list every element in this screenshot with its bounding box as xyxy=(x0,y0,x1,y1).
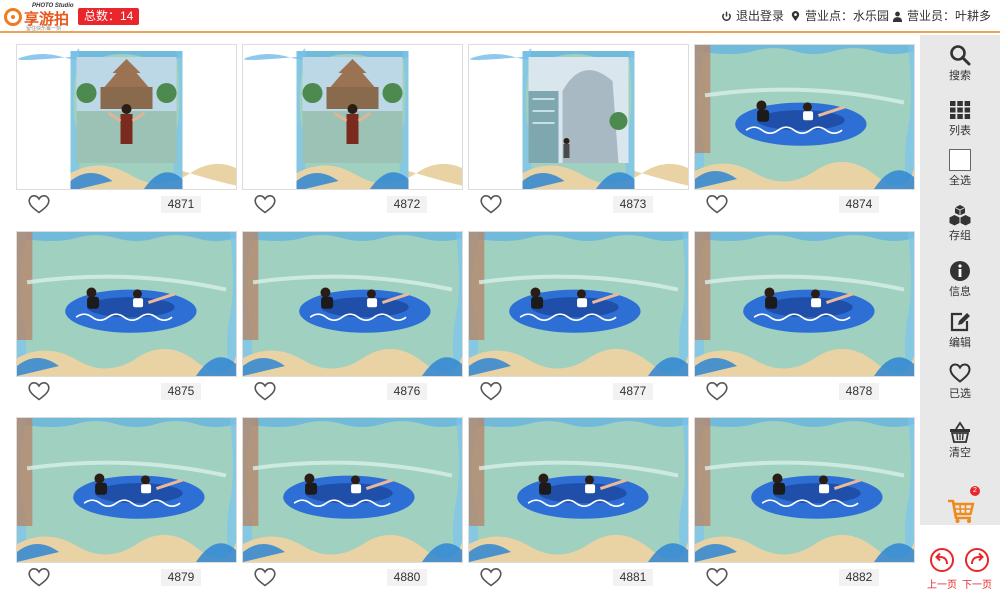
logo-icon xyxy=(4,8,22,26)
photo-thumbnail[interactable] xyxy=(468,417,689,563)
favorite-heart-icon[interactable] xyxy=(254,567,276,587)
favorite-heart-icon[interactable] xyxy=(28,381,50,401)
app-logo: PHOTO Studio 享游拍 留住快乐每一刻 xyxy=(4,3,76,32)
prev-arrow-icon xyxy=(930,548,954,572)
photo-number: 4873 xyxy=(613,196,653,213)
photo-thumbnail[interactable] xyxy=(242,417,463,563)
edit-label: 编辑 xyxy=(949,337,971,349)
photo-thumbnail[interactable] xyxy=(694,231,915,377)
search-label: 搜索 xyxy=(949,70,971,82)
save-group-label: 存组 xyxy=(949,230,971,242)
shopping-cart-icon[interactable] xyxy=(945,492,975,524)
cart-count-badge: 2 xyxy=(970,486,980,496)
photo-card[interactable]: 4871 xyxy=(16,44,237,216)
clear-button[interactable]: 清空 xyxy=(920,415,1000,467)
photo-thumbnail[interactable] xyxy=(16,417,237,563)
location-info: 营业点：水乐园 xyxy=(790,9,889,23)
favorite-heart-icon[interactable] xyxy=(706,567,728,587)
photo-thumbnail[interactable] xyxy=(16,231,237,377)
location-label: 营业点：水乐园 xyxy=(805,9,890,23)
top-bar: PHOTO Studio 享游拍 留住快乐每一刻 总数：14 退出登录 营业点：… xyxy=(0,0,1000,33)
favorite-heart-icon[interactable] xyxy=(28,567,50,587)
prev-page-label: 上一页 xyxy=(927,580,957,591)
next-page-button[interactable]: 下一页 xyxy=(962,548,992,592)
photo-card[interactable]: 4875 xyxy=(16,231,237,403)
logout-link[interactable]: 退出登录 xyxy=(721,9,784,23)
photo-number: 4872 xyxy=(387,196,427,213)
cubes-icon xyxy=(949,205,971,226)
search-button[interactable]: 搜索 xyxy=(920,38,1000,90)
prev-page-button[interactable]: 上一页 xyxy=(927,548,957,592)
photo-number: 4879 xyxy=(161,569,201,586)
tool-sidebar: 搜索 列表 全选 存组 信息 编辑 已选 清空 xyxy=(920,35,1000,525)
select-all-button[interactable]: 全选 xyxy=(920,143,1000,195)
checkbox-icon xyxy=(949,149,971,171)
user-icon xyxy=(892,11,903,22)
favorite-heart-icon[interactable] xyxy=(480,567,502,587)
power-icon xyxy=(722,11,731,21)
next-page-label: 下一页 xyxy=(962,580,992,591)
photo-number: 4871 xyxy=(161,196,201,213)
photo-card[interactable]: 4877 xyxy=(468,231,689,403)
photo-card[interactable]: 4882 xyxy=(694,417,915,589)
favorite-heart-icon[interactable] xyxy=(706,194,728,214)
favorite-heart-icon[interactable] xyxy=(254,194,276,214)
save-group-button[interactable]: 存组 xyxy=(920,198,1000,250)
map-pin-icon xyxy=(791,10,800,21)
edit-icon xyxy=(950,312,970,332)
photo-number: 4880 xyxy=(387,569,427,586)
selected-label: 已选 xyxy=(949,388,971,400)
list-button[interactable]: 列表 xyxy=(920,93,1000,145)
photo-number: 4878 xyxy=(839,383,879,400)
select-all-label: 全选 xyxy=(949,175,971,187)
photo-card[interactable]: 4878 xyxy=(694,231,915,403)
photo-number: 4881 xyxy=(613,569,653,586)
clear-label: 清空 xyxy=(949,447,971,459)
photo-card[interactable]: 4880 xyxy=(242,417,463,589)
favorite-heart-icon[interactable] xyxy=(28,194,50,214)
favorite-heart-icon[interactable] xyxy=(254,381,276,401)
photo-thumbnail[interactable] xyxy=(16,44,237,190)
staff-info: 营业员：叶耕多 xyxy=(892,9,991,23)
basket-icon xyxy=(950,421,970,443)
photo-thumbnail[interactable] xyxy=(468,44,689,190)
heart-outline-icon xyxy=(949,363,971,383)
photo-thumbnail[interactable] xyxy=(242,44,463,190)
grid-icon xyxy=(950,101,971,119)
photo-number: 4874 xyxy=(839,196,879,213)
photo-number: 4882 xyxy=(839,569,879,586)
photo-card[interactable]: 4879 xyxy=(16,417,237,589)
staff-label: 营业员：叶耕多 xyxy=(907,9,992,23)
info-icon xyxy=(950,261,970,281)
photo-card[interactable]: 4874 xyxy=(694,44,915,216)
logout-label: 退出登录 xyxy=(736,9,785,23)
photo-number: 4875 xyxy=(161,383,201,400)
photo-thumbnail[interactable] xyxy=(242,231,463,377)
info-label: 信息 xyxy=(949,286,971,298)
photo-card[interactable]: 4881 xyxy=(468,417,689,589)
selected-button[interactable]: 已选 xyxy=(920,356,1000,408)
list-label: 列表 xyxy=(949,125,971,137)
photo-card[interactable]: 4873 xyxy=(468,44,689,216)
logo-slogan: 留住快乐每一刻 xyxy=(26,26,62,32)
photo-number: 4876 xyxy=(387,383,427,400)
photo-thumbnail[interactable] xyxy=(694,44,915,190)
favorite-heart-icon[interactable] xyxy=(480,381,502,401)
favorite-heart-icon[interactable] xyxy=(706,381,728,401)
favorite-heart-icon[interactable] xyxy=(480,194,502,214)
search-icon xyxy=(950,45,971,66)
edit-button[interactable]: 编辑 xyxy=(920,305,1000,357)
photo-card[interactable]: 4876 xyxy=(242,231,463,403)
next-arrow-icon xyxy=(965,548,989,572)
photo-card[interactable]: 4872 xyxy=(242,44,463,216)
photo-thumbnail[interactable] xyxy=(468,231,689,377)
photo-number: 4877 xyxy=(613,383,653,400)
total-count-badge: 总数：14 xyxy=(78,8,140,25)
info-button[interactable]: 信息 xyxy=(920,254,1000,306)
photo-thumbnail[interactable] xyxy=(694,417,915,563)
